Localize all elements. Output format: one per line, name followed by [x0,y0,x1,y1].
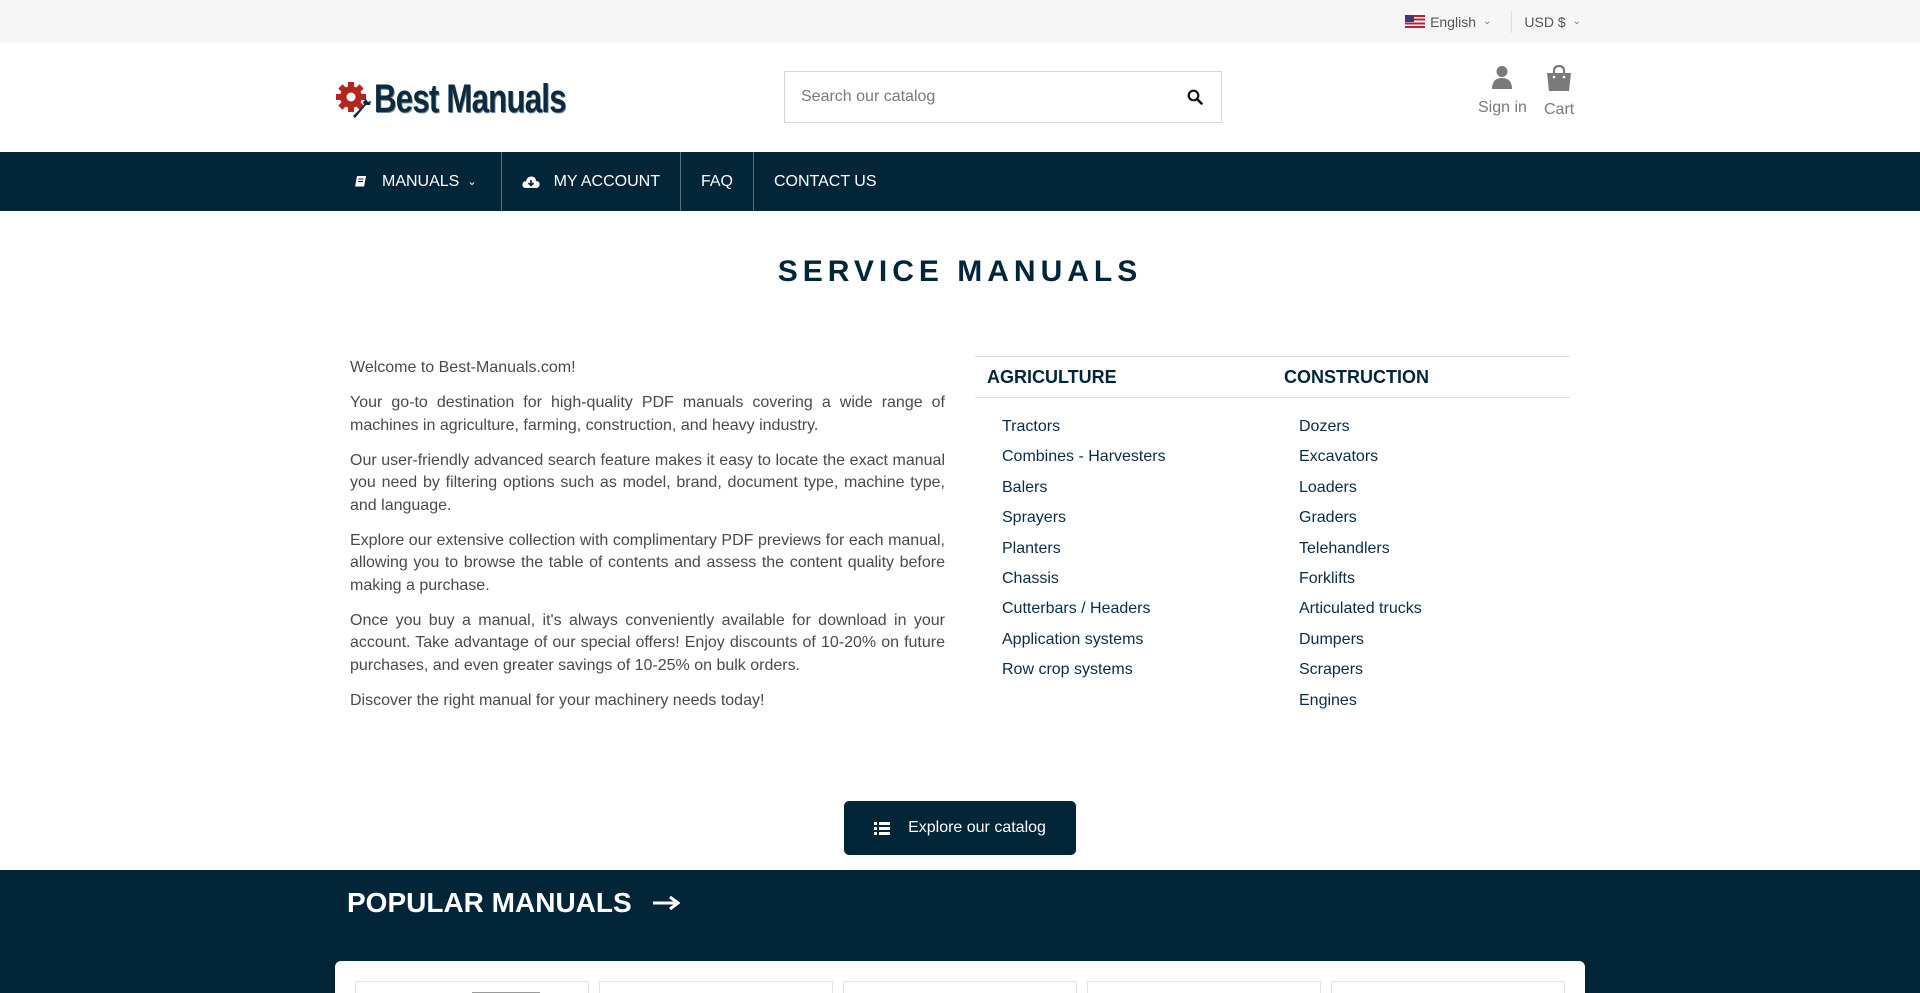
agriculture-list: Tractors Combines - Harvesters Balers Sp… [975,412,1272,716]
chevron-down-icon: ⌄ [1482,16,1492,27]
category-link[interactable]: Chassis [1002,564,1272,594]
category-link[interactable]: Dozers [1299,412,1569,442]
explore-catalog-label: Explore our catalog [908,819,1046,836]
search-bar [784,71,1222,123]
category-link[interactable]: Balers [1002,473,1272,503]
category-heading-construction: CONSTRUCTION [1284,366,1429,387]
popular-manuals-panel [335,961,1585,993]
site-logo[interactable]: Best Manuals [336,77,620,122]
cart-label: Cart [1544,101,1575,118]
category-link[interactable]: Graders [1299,503,1569,533]
category-link[interactable]: Excavators [1299,442,1569,472]
us-flag-icon [1405,15,1426,28]
product-card[interactable] [355,981,589,993]
main-navigation: MANUALS ⌄ MY ACCOUNT FAQ CONTACT US [0,152,1920,211]
intro-paragraph: Our user-friendly advanced search featur… [350,451,945,514]
list-icon [874,821,891,835]
popular-manuals-link[interactable]: POPULAR MANUALS [347,887,680,919]
chevron-down-icon: ⌄ [467,176,477,188]
category-link[interactable]: Planters [1002,534,1272,564]
search-button[interactable] [1169,72,1221,122]
category-link[interactable]: Combines - Harvesters [1002,442,1272,472]
cloud-download-icon [522,175,540,189]
category-link[interactable]: Engines [1299,686,1569,716]
product-card[interactable] [843,981,1077,993]
product-card[interactable] [1087,981,1321,993]
category-link[interactable]: Articulated trucks [1299,594,1569,624]
page-title: SERVICE MANUALS [777,255,1143,288]
nav-item-contact-us[interactable]: CONTACT US [754,152,897,211]
product-card[interactable] [599,981,833,993]
category-link[interactable]: Cutterbars / Headers [1002,594,1272,624]
popular-manuals-title: POPULAR MANUALS [347,887,632,918]
user-icon [1492,66,1513,89]
category-headers: AGRICULTURE CONSTRUCTION [975,356,1570,398]
language-selector[interactable]: English ⌄ [1405,14,1491,30]
category-link[interactable]: Tractors [1002,412,1272,442]
cart-link[interactable]: Cart [1544,65,1574,119]
category-link[interactable]: Application systems [1002,625,1272,655]
currency-selector[interactable]: USD $ ⌄ [1524,14,1581,30]
category-link[interactable]: Forklifts [1299,564,1569,594]
top-utility-bar: English ⌄ USD $ ⌄ [0,0,1920,43]
popular-manuals-section: POPULAR MANUALS [0,870,1920,993]
category-link[interactable]: Row crop systems [1002,655,1272,685]
currency-label: USD $ [1524,13,1566,30]
gear-wrench-logo-icon [336,80,371,120]
construction-list: Dozers Excavators Loaders Graders Teleha… [1272,412,1569,716]
nav-label-my-account: MY ACCOUNT [553,172,660,190]
category-link[interactable]: Sprayers [1002,503,1272,533]
intro-paragraph: Discover the right manual for your machi… [350,691,765,709]
language-label: English [1430,13,1476,30]
category-link[interactable]: Dumpers [1299,625,1569,655]
category-heading-agriculture: AGRICULTURE [987,366,1117,387]
sign-in-link[interactable]: Sign in [1478,65,1527,117]
explore-catalog-button[interactable]: Explore our catalog [844,801,1076,855]
search-icon [1187,89,1203,105]
search-input[interactable] [785,72,1169,122]
logo-wordmark: Best Manuals [374,77,567,121]
sign-in-label: Sign in [1478,99,1527,116]
site-header: Best Manuals Sign in Cart [0,43,1920,152]
category-link[interactable]: Loaders [1299,473,1569,503]
intro-paragraph: Welcome to Best-Manuals.com! [350,359,576,376]
nav-label-contact-us: CONTACT US [773,172,877,190]
intro-text: Welcome to Best-Manuals.com! Your go-to … [350,357,945,725]
intro-paragraph: Explore our extensive collection with co… [350,531,945,594]
nav-label-faq: FAQ [700,172,733,190]
arrow-right-icon [652,895,680,911]
nav-item-my-account[interactable]: MY ACCOUNT [502,152,681,211]
product-card[interactable] [1331,981,1565,993]
intro-paragraph: Your go-to destination for high-quality … [350,394,945,434]
chevron-down-icon: ⌄ [1572,16,1581,27]
topbar-divider [1511,10,1513,33]
shopping-bag-icon [1547,65,1572,91]
nav-item-faq[interactable]: FAQ [681,152,754,211]
topbar-selectors: English ⌄ USD $ ⌄ [1405,0,1581,43]
category-link[interactable]: Telehandlers [1299,534,1569,564]
category-table: AGRICULTURE CONSTRUCTION Tractors Combin… [975,356,1570,716]
intro-paragraph: Once you buy a manual, it's always conve… [350,611,945,674]
book-icon [354,175,368,189]
category-link[interactable]: Scrapers [1299,655,1569,685]
nav-item-manuals[interactable]: MANUALS ⌄ [336,152,502,211]
nav-label-manuals: MANUALS [382,172,460,190]
